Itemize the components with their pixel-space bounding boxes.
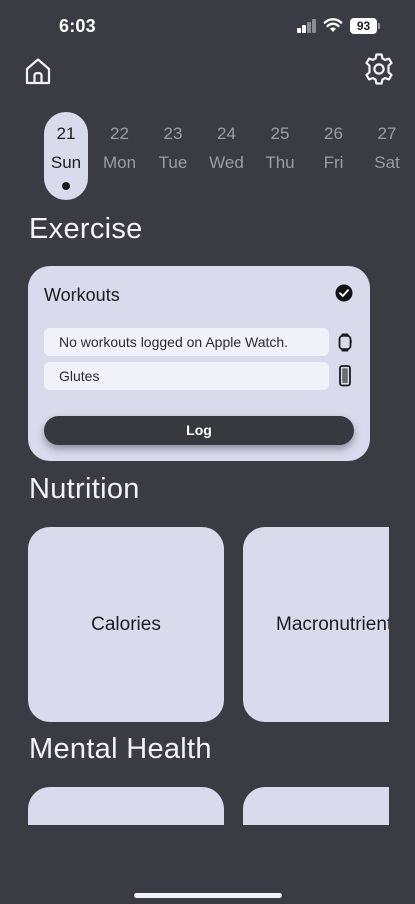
phone-workouts-row[interactable]: Glutes (44, 362, 329, 390)
activity-dot (62, 182, 70, 190)
nutrition-heading: Nutrition (29, 473, 140, 505)
gear-icon (365, 53, 393, 85)
calories-tile[interactable]: Calories (28, 527, 224, 722)
checkmark-circle-icon (335, 284, 353, 302)
mental-health-tile[interactable] (243, 787, 389, 825)
iphone-icon (339, 365, 351, 387)
day-number: 25 (270, 124, 290, 143)
home-icon (25, 58, 51, 85)
battery-level: 93 (350, 18, 377, 34)
status-bar: 6:03 93 (0, 0, 415, 54)
day-number: 26 (324, 124, 343, 143)
day-number: 22 (110, 124, 129, 143)
settings-button[interactable] (362, 52, 396, 86)
home-indicator[interactable] (134, 893, 282, 898)
day-picker[interactable]: 21 Sun 22 Mon 23 Tue 24 Wed 25 Thu 26 Fr… (44, 112, 415, 200)
day-fri-26[interactable]: 26 Fri (312, 112, 356, 200)
day-name: Sun (50, 153, 82, 172)
day-name: Mon (102, 153, 137, 172)
apple-watch-workouts-row[interactable]: No workouts logged on Apple Watch. (44, 328, 329, 356)
macronutrients-label: Macronutrients (276, 614, 389, 635)
workouts-title: Workouts (44, 285, 120, 305)
macronutrients-tile[interactable]: Macronutrients (243, 527, 389, 722)
cellular-signal-icon (297, 19, 317, 33)
calories-label: Calories (91, 614, 161, 635)
day-name: Fri (323, 153, 344, 172)
day-sun-21[interactable]: 21 Sun (44, 112, 88, 200)
log-workout-button[interactable]: Log (44, 416, 354, 445)
day-wed-24[interactable]: 24 Wed (205, 112, 249, 200)
mental-health-tile[interactable] (28, 787, 224, 825)
day-name: Thu (265, 153, 295, 172)
day-number: 27 (377, 124, 397, 143)
day-name: Wed (209, 153, 244, 172)
day-number: 24 (217, 124, 236, 143)
day-name: Sat (374, 153, 400, 172)
mental-health-heading: Mental Health (29, 733, 212, 765)
workouts-card: Workouts No workouts logged on Apple Wat… (28, 266, 370, 461)
status-time: 6:03 (59, 16, 96, 36)
wifi-icon (323, 18, 343, 32)
day-name: Tue (158, 153, 188, 172)
day-mon-22[interactable]: 22 Mon (98, 112, 142, 200)
day-tue-23[interactable]: 23 Tue (151, 112, 195, 200)
day-thu-25[interactable]: 25 Thu (258, 112, 302, 200)
day-number: 23 (163, 124, 183, 143)
apple-watch-icon (338, 333, 352, 352)
battery-icon: 93 (350, 18, 380, 34)
day-sat-27[interactable]: 27 Sat (365, 112, 409, 200)
exercise-heading: Exercise (29, 213, 143, 245)
home-button[interactable] (24, 56, 52, 86)
day-number: 21 (56, 124, 76, 143)
